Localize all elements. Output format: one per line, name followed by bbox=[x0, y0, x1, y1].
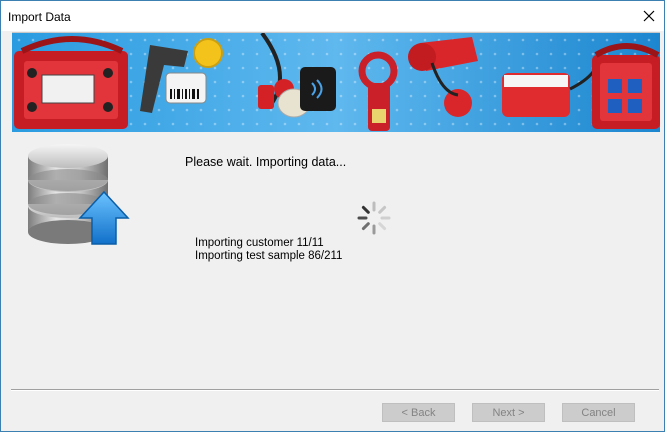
next-button[interactable]: Next > bbox=[472, 403, 545, 422]
title-bar[interactable]: Import Data bbox=[1, 1, 664, 31]
status-line-customers: Importing customer 11/11 bbox=[195, 237, 324, 249]
product-banner bbox=[12, 32, 660, 133]
button-separator bbox=[11, 389, 659, 391]
cancel-button[interactable]: Cancel bbox=[562, 403, 635, 422]
close-button[interactable] bbox=[634, 1, 664, 31]
red-tester-case-left bbox=[14, 36, 128, 129]
database-upload-icon bbox=[20, 140, 132, 255]
progress-message: Please wait. Importing data... bbox=[185, 155, 347, 169]
back-button[interactable]: < Back bbox=[382, 403, 455, 422]
status-line-test-samples: Importing test sample 86/211 bbox=[195, 250, 343, 262]
close-icon bbox=[643, 10, 655, 22]
red-tester-case-right bbox=[592, 43, 660, 129]
window-title: Import Data bbox=[8, 10, 71, 24]
rfid-reader bbox=[300, 67, 336, 111]
loading-spinner-icon bbox=[356, 200, 392, 239]
inspection-sticker bbox=[193, 38, 223, 68]
